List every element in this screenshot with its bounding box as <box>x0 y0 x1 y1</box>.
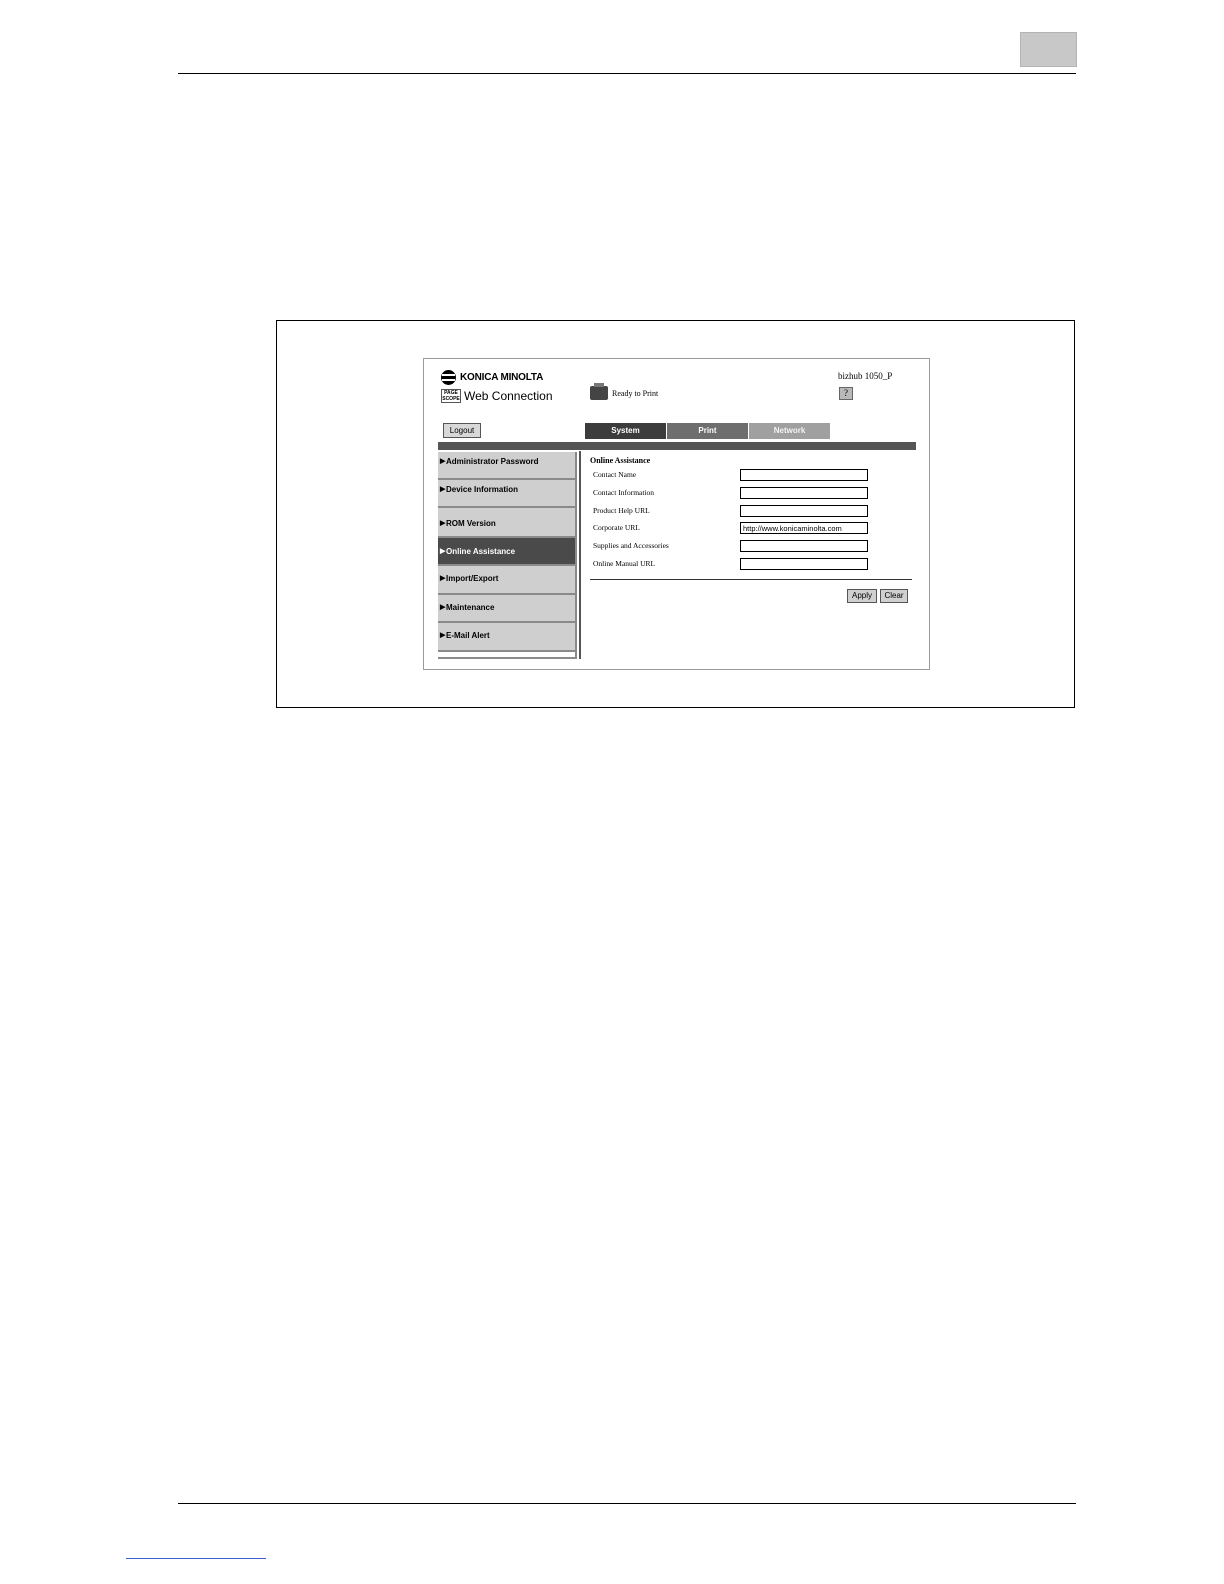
triangle-right-icon: ▶ <box>440 604 446 611</box>
device-name: bizhub 1050_P <box>838 371 893 381</box>
field-label: Product Help URL <box>593 506 650 515</box>
triangle-right-icon: ▶ <box>440 575 446 582</box>
sidebar-item-import-export[interactable]: ▶ Import/Export <box>438 566 577 595</box>
content-divider <box>590 579 912 580</box>
pagescope-mark-bottom: SCOPE <box>442 396 460 402</box>
footer-link-underline <box>126 1558 266 1559</box>
corporate-url-input[interactable] <box>740 522 868 534</box>
sidebar-item-email-alert[interactable]: ▶ E-Mail Alert <box>438 623 577 652</box>
sidebar-item-administrator-password[interactable]: ▶ Administrator Password <box>438 452 577 480</box>
field-label: Supplies and Accessories <box>593 541 669 550</box>
triangle-right-icon: ▶ <box>440 520 446 527</box>
product-name: Web Connection <box>464 389 553 403</box>
tab-bar: System Print Network <box>585 423 831 439</box>
product-help-url-input[interactable] <box>740 505 868 517</box>
form-row-online-manual-url: Online Manual URL <box>593 558 873 572</box>
sidebar: ▶ Administrator Password ▶ Device Inform… <box>438 452 581 659</box>
field-label: Contact Information <box>593 488 655 497</box>
sidebar-item-label: Administrator Password <box>446 457 539 466</box>
sidebar-divider <box>579 451 581 659</box>
apply-button[interactable]: Apply <box>847 589 877 603</box>
clear-button[interactable]: Clear <box>880 589 908 603</box>
status-text: Ready to Print <box>612 388 659 398</box>
form-row-contact-information: Contact Information <box>593 487 873 501</box>
sidebar-base <box>438 652 577 659</box>
tab-print[interactable]: Print <box>667 423 749 439</box>
sidebar-item-label: Maintenance <box>446 603 495 612</box>
product: PAGE SCOPE Web Connection <box>441 389 553 403</box>
pagescope-logo-icon: PAGE SCOPE <box>441 389 461 403</box>
header-bar <box>438 442 916 450</box>
form-row-supplies-and-accessories: Supplies and Accessories <box>593 540 873 554</box>
contact-name-input[interactable] <box>740 469 868 481</box>
online-manual-url-input[interactable] <box>740 558 868 570</box>
sidebar-item-label: Import/Export <box>446 574 499 583</box>
supplies-and-accessories-input[interactable] <box>740 540 868 552</box>
sidebar-item-label: ROM Version <box>446 519 496 528</box>
chapter-tab <box>1020 32 1077 67</box>
brand: KONICA MINOLTA <box>441 370 543 385</box>
help-icon[interactable]: ? <box>839 387 853 400</box>
konica-minolta-logo-icon <box>441 370 456 385</box>
sidebar-item-device-information[interactable]: ▶ Device Information <box>438 480 577 508</box>
form-row-product-help-url: Product Help URL <box>593 505 873 519</box>
tab-network[interactable]: Network <box>749 423 831 439</box>
sidebar-item-online-assistance[interactable]: ▶ Online Assistance <box>438 538 577 566</box>
sidebar-item-label: E-Mail Alert <box>446 631 490 640</box>
header-rule <box>178 73 1076 74</box>
sidebar-item-rom-version[interactable]: ▶ ROM Version <box>438 508 577 538</box>
sidebar-item-label: Device Information <box>446 485 519 494</box>
sidebar-item-label: Online Assistance <box>446 547 516 556</box>
device-status: Ready to Print <box>590 383 659 400</box>
sidebar-item-maintenance[interactable]: ▶ Maintenance <box>438 595 577 623</box>
triangle-right-icon: ▶ <box>440 548 446 555</box>
form-row-contact-name: Contact Name <box>593 469 873 483</box>
contact-information-input[interactable] <box>740 487 868 499</box>
tab-system[interactable]: System <box>585 423 667 439</box>
logout-button[interactable]: Logout <box>443 423 481 438</box>
field-label: Contact Name <box>593 470 637 479</box>
triangle-right-icon: ▶ <box>440 458 446 465</box>
field-label: Corporate URL <box>593 523 640 532</box>
triangle-right-icon: ▶ <box>440 486 446 493</box>
content-title: Online Assistance <box>590 456 651 465</box>
footer-rule <box>178 1503 1076 1504</box>
field-label: Online Manual URL <box>593 559 656 568</box>
printer-icon <box>590 383 608 400</box>
triangle-right-icon: ▶ <box>440 632 446 639</box>
form-row-corporate-url: Corporate URL <box>593 522 873 536</box>
brand-name: KONICA MINOLTA <box>460 372 544 383</box>
web-connection-screenshot: KONICA MINOLTA PAGE SCOPE Web Connection… <box>423 358 930 670</box>
